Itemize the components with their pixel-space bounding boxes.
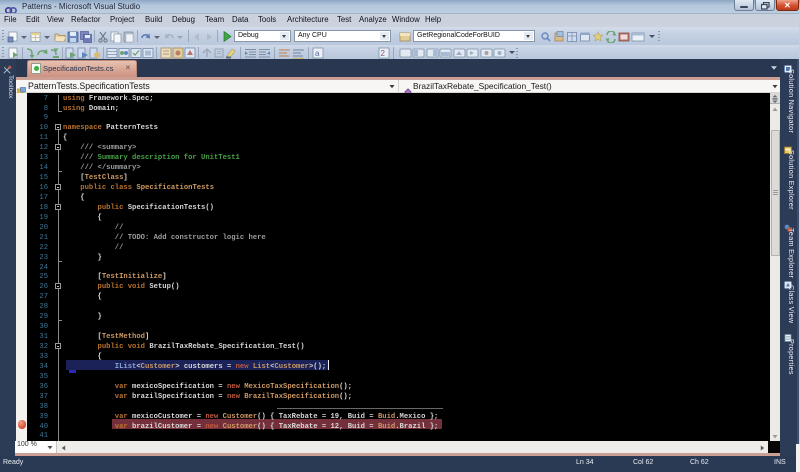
- svg-text:a: a: [315, 49, 320, 58]
- svg-text:2: 2: [381, 49, 386, 58]
